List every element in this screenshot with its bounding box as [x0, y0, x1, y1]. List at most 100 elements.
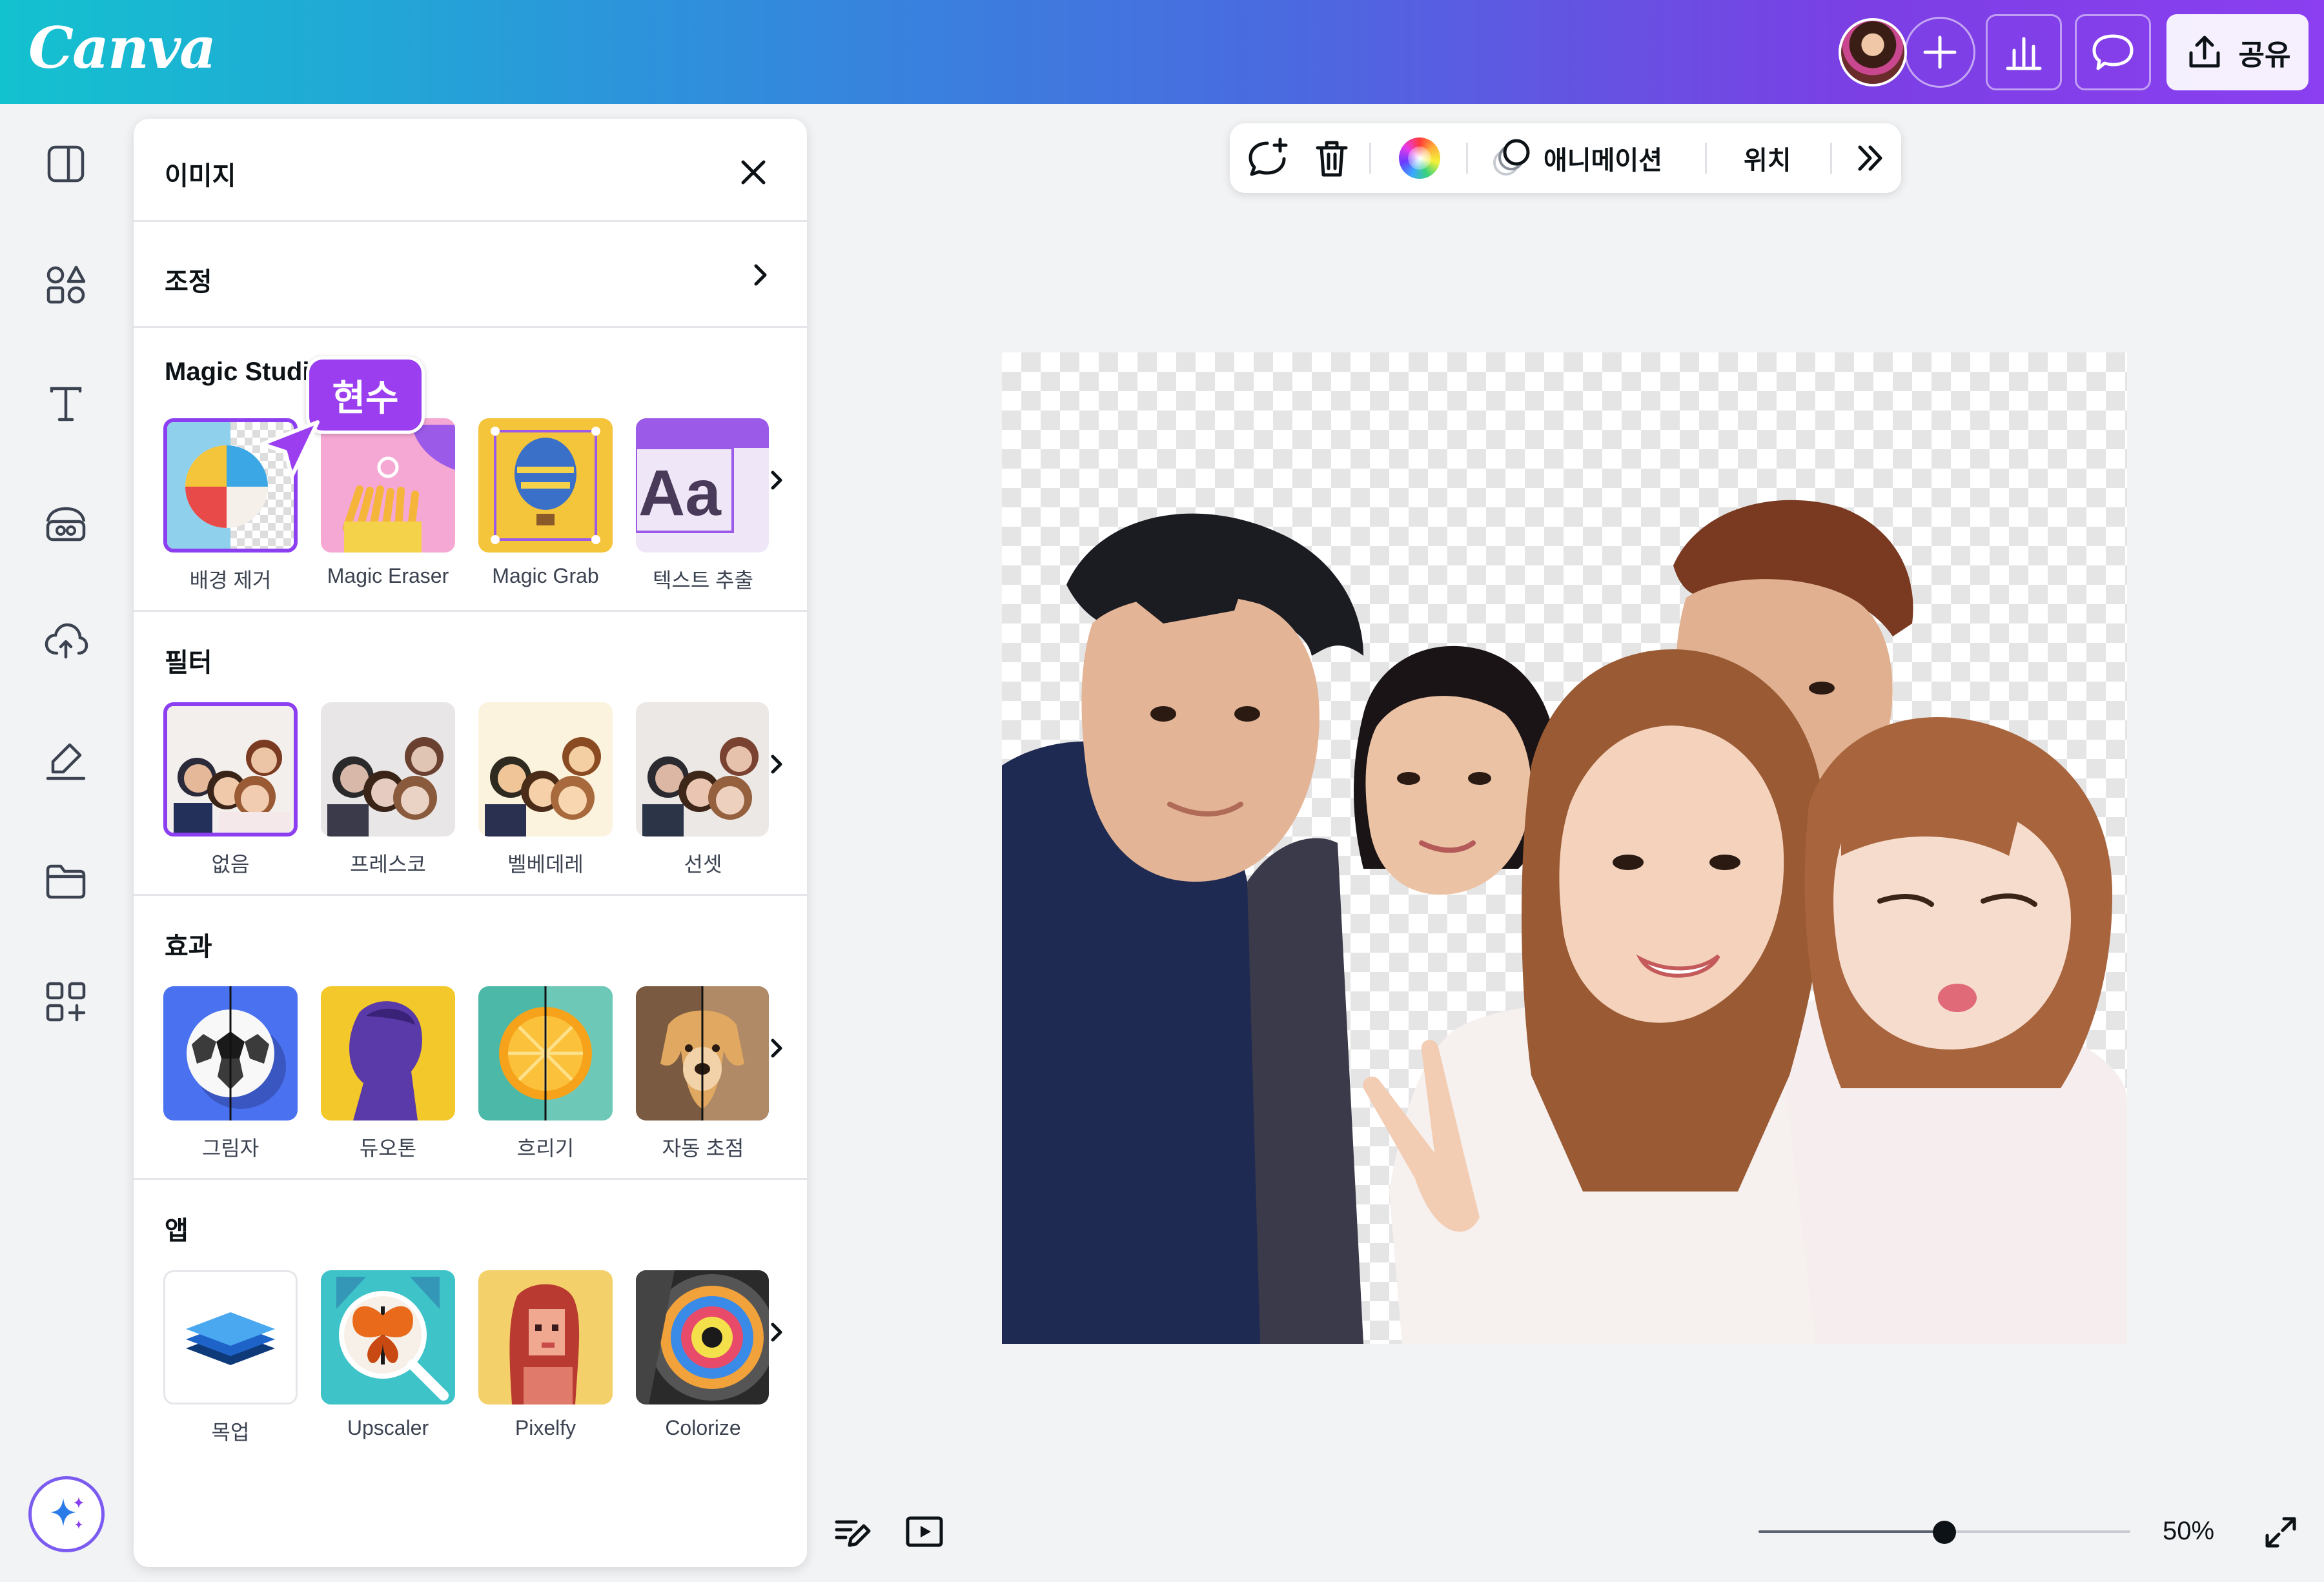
effect-shadow-tile[interactable]: [163, 986, 298, 1121]
app-colorize-tile[interactable]: [636, 1270, 769, 1405]
section-title: Magic Studio: [165, 358, 325, 386]
text-extract-tile[interactable]: Aa: [636, 418, 769, 553]
add-collaborator-button[interactable]: [1904, 17, 1975, 88]
panel-title: 이미지: [165, 162, 236, 190]
context-toolbar: 애니메이션 위치: [1230, 123, 1901, 193]
filter-belvedere-tile[interactable]: [478, 702, 613, 837]
double-chevron-right-icon: [1858, 145, 1882, 171]
tile-label: Pixelfy: [515, 1416, 576, 1439]
tile-label: Colorize: [665, 1416, 741, 1439]
toolbar-divider: [1466, 143, 1468, 174]
add-comment-button[interactable]: [1245, 123, 1290, 193]
chevron-right-icon[interactable]: [761, 1317, 792, 1348]
delete-button[interactable]: [1311, 123, 1352, 193]
upload-icon: [2189, 35, 2220, 68]
section-title: 필터: [165, 649, 212, 677]
adjust-label: 조정: [165, 268, 212, 296]
share-button[interactable]: 공유: [2166, 14, 2309, 90]
zoom-slider-fill: [1758, 1530, 1944, 1533]
app-pixelfy-tile[interactable]: [478, 1270, 613, 1405]
filter-fresco-tile[interactable]: [321, 702, 455, 837]
tile-label: 그림자: [201, 1137, 260, 1160]
tile-label: 듀오톤: [359, 1137, 417, 1160]
collaborator-cursor-icon: [260, 420, 320, 478]
plus-icon: [1923, 35, 1957, 69]
tile-label: Magic Eraser: [327, 564, 449, 587]
effect-blur-tile[interactable]: [478, 986, 613, 1121]
apps-icon[interactable]: [41, 977, 90, 1026]
draw-icon[interactable]: [41, 737, 90, 786]
comment-icon: [2092, 34, 2134, 70]
image-edit-panel: 이미지 조정 Magic Studio Aa 배경 제거 Magic Erase…: [134, 119, 807, 1567]
magic-grab-tile[interactable]: [478, 418, 613, 553]
design-canvas[interactable]: [1002, 352, 2127, 1344]
canva-logo[interactable]: Canva: [28, 14, 216, 81]
effects-section: 효과 그림자 듀오톤 흐리기 자동 초점: [134, 896, 807, 1180]
close-icon[interactable]: [735, 154, 771, 190]
toolbar-divider: [1369, 143, 1371, 174]
comment-add-icon: [1249, 137, 1288, 176]
app-mockup-tile[interactable]: [163, 1270, 298, 1405]
tile-label: 텍스트 추출: [652, 569, 754, 592]
top-bar: Canva 공유: [0, 0, 2324, 104]
zoom-level[interactable]: 50%: [2163, 1517, 2214, 1546]
tile-label: 흐리기: [516, 1137, 575, 1160]
apps-section: 앱 목업 Upscaler Pixelfy Colorize: [134, 1180, 807, 1567]
app-upscaler-tile[interactable]: [321, 1270, 455, 1405]
color-picker-button[interactable]: [1399, 123, 1440, 193]
bar-chart-icon: [2006, 37, 2042, 70]
panel-header: 이미지: [134, 119, 807, 222]
notes-icon[interactable]: [831, 1512, 873, 1553]
position-button[interactable]: 위치: [1744, 123, 1791, 193]
effect-autofocus-tile[interactable]: [636, 986, 769, 1121]
section-title: 앱: [165, 1217, 189, 1245]
section-title: 효과: [165, 933, 212, 961]
filter-section: 필터 없음 프레스코 벨베데레 선셋: [134, 612, 807, 896]
chevron-right-icon: [754, 264, 767, 286]
text-icon[interactable]: [41, 380, 90, 429]
upload-cloud-icon[interactable]: [41, 617, 90, 666]
layout-icon[interactable]: [41, 139, 90, 188]
toolbar-divider: [1705, 143, 1707, 174]
tile-label: 벨베데레: [507, 853, 584, 876]
svg-text:Aa: Aa: [638, 457, 722, 529]
animate-button[interactable]: 애니메이션: [1491, 123, 1662, 193]
magic-assistant-button[interactable]: [28, 1476, 105, 1552]
insights-button[interactable]: [1986, 14, 2062, 90]
share-label: 공유: [2238, 39, 2291, 71]
zoom-slider-handle[interactable]: [1933, 1521, 1956, 1544]
tile-label: Magic Grab: [492, 564, 599, 587]
elements-icon[interactable]: [41, 259, 90, 309]
user-avatar[interactable]: [1839, 18, 1907, 86]
group-photo-image[interactable]: [1002, 352, 2127, 1344]
present-icon[interactable]: [904, 1512, 945, 1553]
chevron-right-icon[interactable]: [761, 1033, 792, 1064]
chevron-right-icon[interactable]: [761, 465, 792, 496]
fullscreen-icon[interactable]: [2262, 1514, 2299, 1551]
adjust-row[interactable]: 조정: [134, 222, 807, 328]
tile-label: 배경 제거: [189, 569, 272, 592]
collaborator-cursor-tooltip: 현수: [306, 356, 425, 434]
filter-none-tile[interactable]: [163, 702, 298, 837]
toolbar-divider: [1830, 143, 1832, 174]
magic-studio-section: Magic Studio Aa 배경 제거 Magic Eraser Magic…: [134, 328, 807, 612]
tile-label: 선셋: [684, 853, 722, 876]
more-options-button[interactable]: [1853, 123, 1888, 193]
magic-sparkle-icon: [50, 1497, 84, 1529]
comment-button[interactable]: [2075, 14, 2151, 90]
tile-label: 목업: [211, 1421, 250, 1444]
position-label: 위치: [1744, 147, 1791, 175]
tile-label: 자동 초점: [662, 1137, 744, 1160]
magic-eraser-tile[interactable]: [321, 418, 455, 553]
color-wheel-icon: [1399, 137, 1440, 179]
animation-label: 애니메이션: [1544, 147, 1662, 175]
brand-icon[interactable]: [41, 500, 90, 549]
effect-duotone-tile[interactable]: [321, 986, 455, 1121]
trash-icon: [1316, 141, 1348, 177]
tile-label: 없음: [211, 853, 250, 876]
chevron-right-icon[interactable]: [761, 749, 792, 780]
filter-sunset-tile[interactable]: [636, 702, 769, 837]
tile-label: Upscaler: [347, 1416, 429, 1439]
folder-icon[interactable]: [41, 857, 90, 906]
animation-icon: [1493, 139, 1530, 176]
